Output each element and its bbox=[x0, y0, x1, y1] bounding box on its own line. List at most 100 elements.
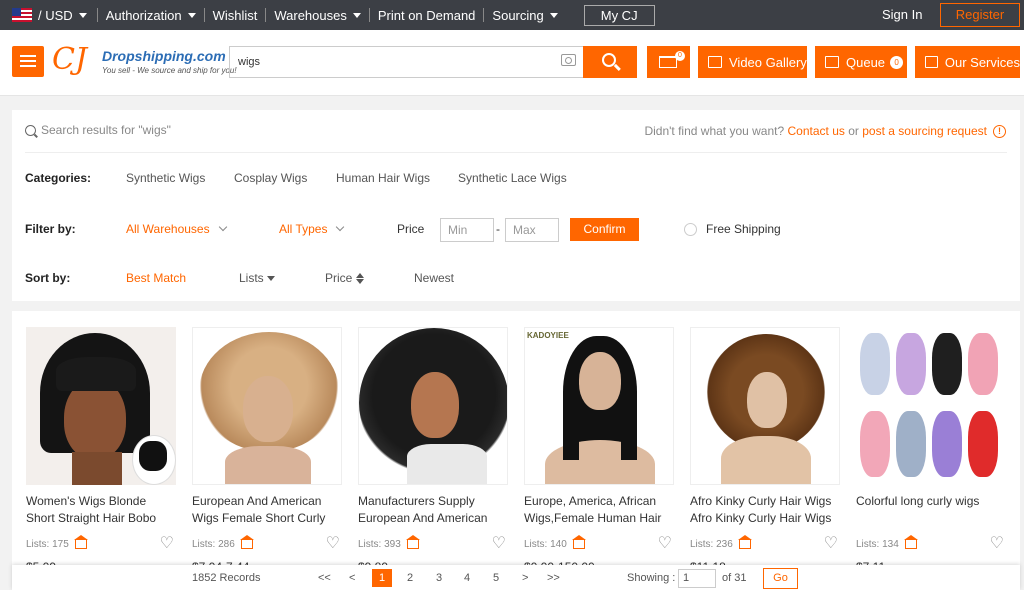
warehouse-dropdown[interactable]: All Warehouses bbox=[126, 222, 227, 236]
product-meta: Lists: 175 ♡ bbox=[26, 535, 176, 552]
sort-best-match[interactable]: Best Match bbox=[126, 271, 186, 285]
page-1-button[interactable]: 1 bbox=[372, 569, 392, 587]
product-title[interactable]: European And American Wigs Female Short … bbox=[192, 493, 342, 527]
heart-icon[interactable]: ♡ bbox=[492, 536, 506, 552]
free-shipping-radio[interactable] bbox=[684, 223, 697, 236]
chevron-down-icon bbox=[336, 222, 345, 232]
product-meta: Lists: 286 ♡ bbox=[192, 535, 342, 552]
type-dropdown-label: All Types bbox=[279, 222, 328, 236]
cart-icon bbox=[659, 56, 677, 68]
product-image[interactable] bbox=[358, 327, 508, 485]
services-icon bbox=[925, 56, 938, 68]
price-max-input[interactable]: Max bbox=[505, 218, 559, 242]
sign-in-link[interactable]: Sign In bbox=[882, 7, 922, 22]
queue-label: Queue bbox=[846, 54, 886, 70]
heart-icon[interactable]: ♡ bbox=[326, 536, 340, 552]
page-3-button[interactable]: 3 bbox=[429, 569, 449, 587]
product-card[interactable]: Colorful long curly wigs Lists: 134 ♡ $7… bbox=[856, 327, 1006, 574]
menu-warehouses[interactable]: Warehouses bbox=[274, 8, 361, 23]
price-min-input[interactable]: Min bbox=[440, 218, 494, 242]
queue-button[interactable]: Queue 0 bbox=[815, 46, 907, 78]
menu-icon[interactable] bbox=[12, 46, 44, 77]
warehouse-icon bbox=[737, 535, 752, 549]
product-title[interactable]: Women's Wigs Blonde Short Straight Hair … bbox=[26, 493, 176, 527]
logo-tagline: You sell - We source and ship for you! bbox=[102, 66, 237, 75]
sourcing-request-link[interactable]: post a sourcing request bbox=[862, 124, 987, 138]
price-dash: - bbox=[496, 222, 500, 236]
product-image[interactable] bbox=[690, 327, 840, 485]
caret-down-icon bbox=[352, 12, 361, 18]
product-image[interactable] bbox=[856, 327, 1006, 485]
contact-us-link[interactable]: Contact us bbox=[788, 124, 845, 138]
product-meta: Lists: 393 ♡ bbox=[358, 535, 508, 552]
warehouse-icon bbox=[239, 535, 254, 549]
product-card[interactable]: European And American Wigs Female Short … bbox=[192, 327, 342, 574]
prev-page-button[interactable]: < bbox=[349, 572, 355, 584]
header: CJ Dropshipping.com You sell - We source… bbox=[0, 30, 1024, 96]
category-synthetic-wigs[interactable]: Synthetic Wigs bbox=[126, 171, 205, 185]
showing-label: Showing : bbox=[627, 572, 676, 584]
product-image[interactable] bbox=[192, 327, 342, 485]
heart-icon[interactable]: ♡ bbox=[824, 536, 838, 552]
product-image[interactable]: KADOYIEE bbox=[524, 327, 674, 485]
currency-selector[interactable]: / USD bbox=[12, 8, 87, 23]
sort-price[interactable]: Price bbox=[325, 271, 365, 285]
type-dropdown[interactable]: All Types bbox=[279, 222, 345, 236]
category-synthetic-lace-wigs[interactable]: Synthetic Lace Wigs bbox=[458, 171, 567, 185]
menu-print-on-demand[interactable]: Print on Demand bbox=[378, 8, 476, 23]
last-page-button[interactable]: >> bbox=[547, 572, 560, 584]
product-image[interactable] bbox=[26, 327, 176, 485]
go-button[interactable]: Go bbox=[763, 568, 798, 589]
product-title[interactable]: Manufacturers Supply European And Americ… bbox=[358, 493, 508, 527]
warehouse-icon bbox=[405, 535, 420, 549]
page-2-button[interactable]: 2 bbox=[400, 569, 420, 587]
heart-icon[interactable]: ♡ bbox=[160, 536, 174, 552]
product-title[interactable]: Afro Kinky Curly Hair Wigs Afro Kinky Cu… bbox=[690, 493, 840, 527]
cart-button[interactable]: 0 bbox=[647, 46, 690, 78]
free-shipping-label: Free Shipping bbox=[706, 222, 781, 236]
register-button[interactable]: Register bbox=[940, 3, 1020, 27]
search-input[interactable]: wigs bbox=[229, 46, 583, 78]
next-page-button[interactable]: > bbox=[522, 572, 528, 584]
heart-icon[interactable]: ♡ bbox=[658, 536, 672, 552]
my-cj-button[interactable]: My CJ bbox=[583, 4, 655, 26]
product-title[interactable]: Colorful long curly wigs bbox=[856, 493, 1006, 527]
page-4-button[interactable]: 4 bbox=[457, 569, 477, 587]
product-title[interactable]: Europe, America, African Wigs,Female Hum… bbox=[524, 493, 674, 527]
pagination-bar: 1852 Records << < 1 2 3 4 5 > >> Showing… bbox=[12, 565, 1020, 590]
video-icon bbox=[708, 56, 722, 68]
heart-icon[interactable]: ♡ bbox=[990, 536, 1004, 552]
menu-wishlist[interactable]: Wishlist bbox=[213, 8, 258, 23]
product-card[interactable]: Afro Kinky Curly Hair Wigs Afro Kinky Cu… bbox=[690, 327, 840, 574]
caret-down-icon bbox=[549, 12, 558, 18]
video-gallery-button[interactable]: Video Gallery bbox=[698, 46, 807, 78]
menu-authorization[interactable]: Authorization bbox=[106, 8, 196, 23]
product-card[interactable]: Manufacturers Supply European And Americ… bbox=[358, 327, 508, 574]
product-meta: Lists: 236 ♡ bbox=[690, 535, 840, 552]
page-5-button[interactable]: 5 bbox=[486, 569, 506, 587]
category-cosplay-wigs[interactable]: Cosplay Wigs bbox=[234, 171, 307, 185]
menu-sourcing[interactable]: Sourcing bbox=[492, 8, 558, 23]
sourcing-prompt: Didn't find what you want? Contact us or… bbox=[644, 124, 1006, 138]
confirm-button[interactable]: Confirm bbox=[570, 218, 639, 241]
page-number-input[interactable]: 1 bbox=[678, 569, 716, 588]
sort-arrows-icon bbox=[356, 272, 365, 284]
warehouse-dropdown-label: All Warehouses bbox=[126, 222, 210, 236]
logo[interactable]: CJ Dropshipping.com You sell - We source… bbox=[52, 42, 237, 84]
menu-authorization-label: Authorization bbox=[105, 7, 182, 23]
caret-down-icon bbox=[78, 12, 87, 18]
our-services-button[interactable]: Our Services bbox=[915, 46, 1020, 78]
product-card[interactable]: Women's Wigs Blonde Short Straight Hair … bbox=[26, 327, 176, 574]
search-icon bbox=[25, 124, 36, 136]
camera-icon[interactable] bbox=[561, 54, 576, 66]
sort-price-label: Price bbox=[325, 271, 353, 285]
menu-print-on-demand-label: Print on Demand bbox=[377, 7, 476, 23]
warehouse-icon bbox=[73, 535, 88, 549]
categories-label: Categories: bbox=[25, 171, 92, 185]
search-button[interactable] bbox=[583, 46, 637, 78]
sort-newest[interactable]: Newest bbox=[414, 271, 454, 285]
category-human-hair-wigs[interactable]: Human Hair Wigs bbox=[336, 171, 430, 185]
sort-lists[interactable]: Lists bbox=[239, 271, 275, 285]
first-page-button[interactable]: << bbox=[318, 572, 331, 584]
product-card[interactable]: KADOYIEE Europe, America, African Wigs,F… bbox=[524, 327, 674, 574]
